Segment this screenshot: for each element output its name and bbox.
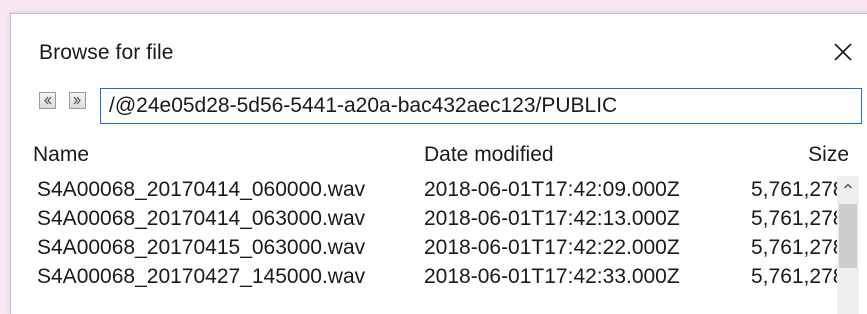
scroll-up-button[interactable] [837, 176, 859, 198]
vertical-scrollbar[interactable] [837, 176, 859, 314]
column-header-date-modified[interactable]: Date modified [424, 143, 554, 167]
file-date-modified: 2018-06-01T17:42:13.000Z [424, 207, 680, 230]
table-row[interactable]: S4A00068_20170414_063000.wav 2018-06-01T… [11, 205, 837, 234]
title-bar: Browse for file [11, 14, 867, 86]
file-list: S4A00068_20170414_060000.wav 2018-06-01T… [11, 176, 837, 314]
column-header-size[interactable]: Size [808, 143, 849, 167]
table-row[interactable]: S4A00068_20170414_060000.wav 2018-06-01T… [11, 176, 837, 205]
file-name: S4A00068_20170415_063000.wav [37, 236, 366, 259]
forward-button[interactable] [69, 92, 86, 109]
close-button[interactable] [829, 38, 857, 66]
column-header-name[interactable]: Name [33, 143, 89, 167]
chevron-up-icon [844, 183, 852, 189]
file-size: 5,761,278 [751, 207, 837, 230]
file-size: 5,761,278 [751, 265, 837, 288]
path-bar [11, 88, 867, 128]
file-size: 5,761,278 [751, 236, 837, 259]
table-header: Name Date modified Size [11, 138, 861, 174]
forward-arrow-icon [73, 96, 81, 105]
table-row[interactable]: S4A00068_20170415_063000.wav 2018-06-01T… [11, 234, 837, 263]
dialog-title: Browse for file [39, 41, 174, 64]
file-name: S4A00068_20170414_063000.wav [37, 207, 366, 230]
back-arrow-icon [44, 96, 52, 105]
file-date-modified: 2018-06-01T17:42:09.000Z [424, 178, 680, 201]
close-icon [834, 43, 852, 61]
file-table: Name Date modified Size S4A00068_2017041… [11, 138, 867, 314]
file-size: 5,761,278 [751, 178, 837, 201]
browse-dialog: Browse for file Name Date modified [10, 13, 867, 314]
back-button[interactable] [39, 92, 56, 109]
file-date-modified: 2018-06-01T17:42:33.000Z [424, 265, 680, 288]
file-name: S4A00068_20170427_145000.wav [37, 265, 366, 288]
file-date-modified: 2018-06-01T17:42:22.000Z [424, 236, 680, 259]
table-row[interactable]: S4A00068_20170427_145000.wav 2018-06-01T… [11, 263, 837, 292]
file-name: S4A00068_20170414_060000.wav [37, 178, 366, 201]
scrollbar-thumb[interactable] [839, 204, 857, 268]
path-input[interactable] [100, 88, 862, 124]
